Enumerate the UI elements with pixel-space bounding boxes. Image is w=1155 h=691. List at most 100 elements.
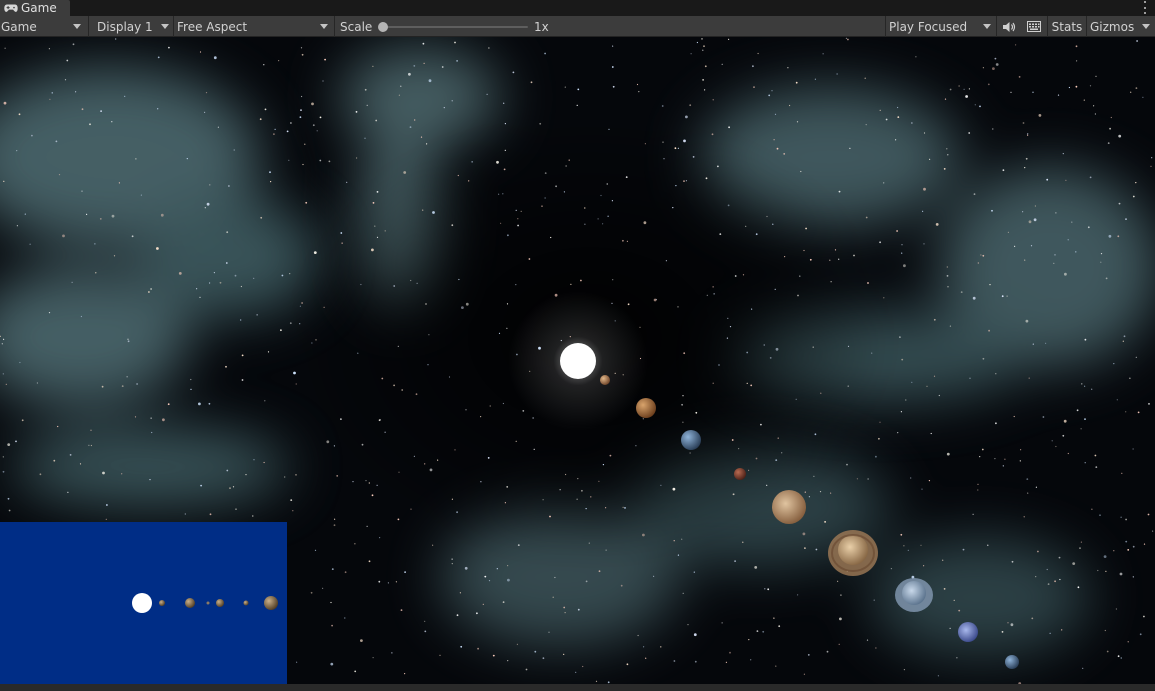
star [725, 661, 728, 663]
star [677, 554, 680, 556]
star [899, 336, 901, 338]
minimap-scene [132, 593, 278, 613]
star [502, 601, 505, 603]
star [532, 417, 534, 419]
star [1083, 99, 1085, 101]
star [1063, 419, 1067, 423]
star [1118, 134, 1122, 138]
star [1139, 633, 1142, 636]
star [689, 452, 691, 454]
star [1023, 516, 1025, 518]
planet-neptune [958, 622, 978, 642]
star [839, 617, 842, 621]
star [766, 215, 768, 218]
frame-debugger-button[interactable] [1021, 16, 1047, 37]
view-mode-dropdown[interactable]: Game [0, 16, 88, 37]
tab-game[interactable]: Game [0, 0, 70, 16]
star [245, 474, 247, 476]
star [612, 45, 614, 47]
star [814, 433, 817, 436]
star [555, 185, 557, 188]
star [517, 224, 519, 227]
star [2, 373, 4, 375]
star [1079, 547, 1081, 549]
star [441, 66, 444, 68]
star [528, 258, 531, 260]
star [873, 599, 875, 601]
star [665, 260, 668, 262]
star [196, 288, 198, 290]
star [949, 88, 952, 91]
play-mode-dropdown[interactable]: Play Focused [886, 16, 996, 37]
star [674, 147, 677, 150]
aspect-dropdown[interactable]: Free Aspect [174, 16, 334, 37]
star [824, 521, 826, 523]
star [897, 106, 899, 109]
star [949, 325, 952, 327]
star [79, 463, 82, 465]
star [256, 314, 258, 316]
star [439, 654, 441, 656]
planet-mars [734, 468, 746, 480]
star [1071, 221, 1073, 223]
star [763, 344, 765, 346]
star [837, 580, 839, 582]
mute-audio-button[interactable] [997, 16, 1021, 37]
star [638, 91, 640, 93]
star [372, 657, 374, 659]
star [226, 231, 229, 234]
star [879, 421, 881, 423]
star [542, 657, 545, 660]
game-viewport[interactable] [0, 37, 1155, 684]
star [135, 158, 137, 160]
star [773, 617, 775, 619]
display-dropdown[interactable]: Display 1 [89, 16, 173, 37]
gizmos-dropdown[interactable]: Gizmos [1087, 16, 1155, 37]
star [797, 594, 799, 596]
star [682, 421, 684, 423]
star [1068, 86, 1070, 89]
star [845, 37, 848, 39]
star [374, 225, 376, 227]
star [1116, 399, 1118, 401]
scale-slider-track[interactable] [382, 26, 528, 28]
star [319, 159, 322, 162]
stats-button[interactable]: Stats [1048, 16, 1086, 37]
star [322, 587, 324, 589]
scale-slider-handle[interactable] [378, 22, 388, 32]
star [1080, 428, 1082, 430]
star [364, 88, 367, 91]
star [897, 432, 899, 434]
star [762, 630, 765, 633]
star [552, 596, 554, 598]
star [622, 506, 624, 508]
star [712, 99, 714, 101]
star [781, 452, 783, 454]
star [727, 204, 730, 207]
star [609, 454, 612, 457]
star [1034, 205, 1036, 207]
star [622, 239, 624, 242]
star [742, 274, 745, 276]
sun [560, 343, 596, 379]
star [66, 59, 69, 62]
star [911, 381, 913, 383]
star [969, 377, 971, 379]
star [1148, 403, 1150, 405]
star [354, 670, 357, 673]
scale-label: Scale [340, 19, 373, 34]
star [752, 65, 754, 68]
star [1143, 543, 1146, 545]
star [706, 294, 708, 296]
star [829, 259, 831, 261]
star [803, 673, 806, 675]
star [264, 400, 266, 402]
star [922, 210, 924, 212]
star [480, 416, 482, 418]
more-options-icon[interactable] [1143, 1, 1147, 14]
star [121, 385, 124, 387]
star [437, 459, 439, 461]
star [923, 565, 925, 567]
star [290, 499, 293, 501]
star [865, 216, 868, 219]
